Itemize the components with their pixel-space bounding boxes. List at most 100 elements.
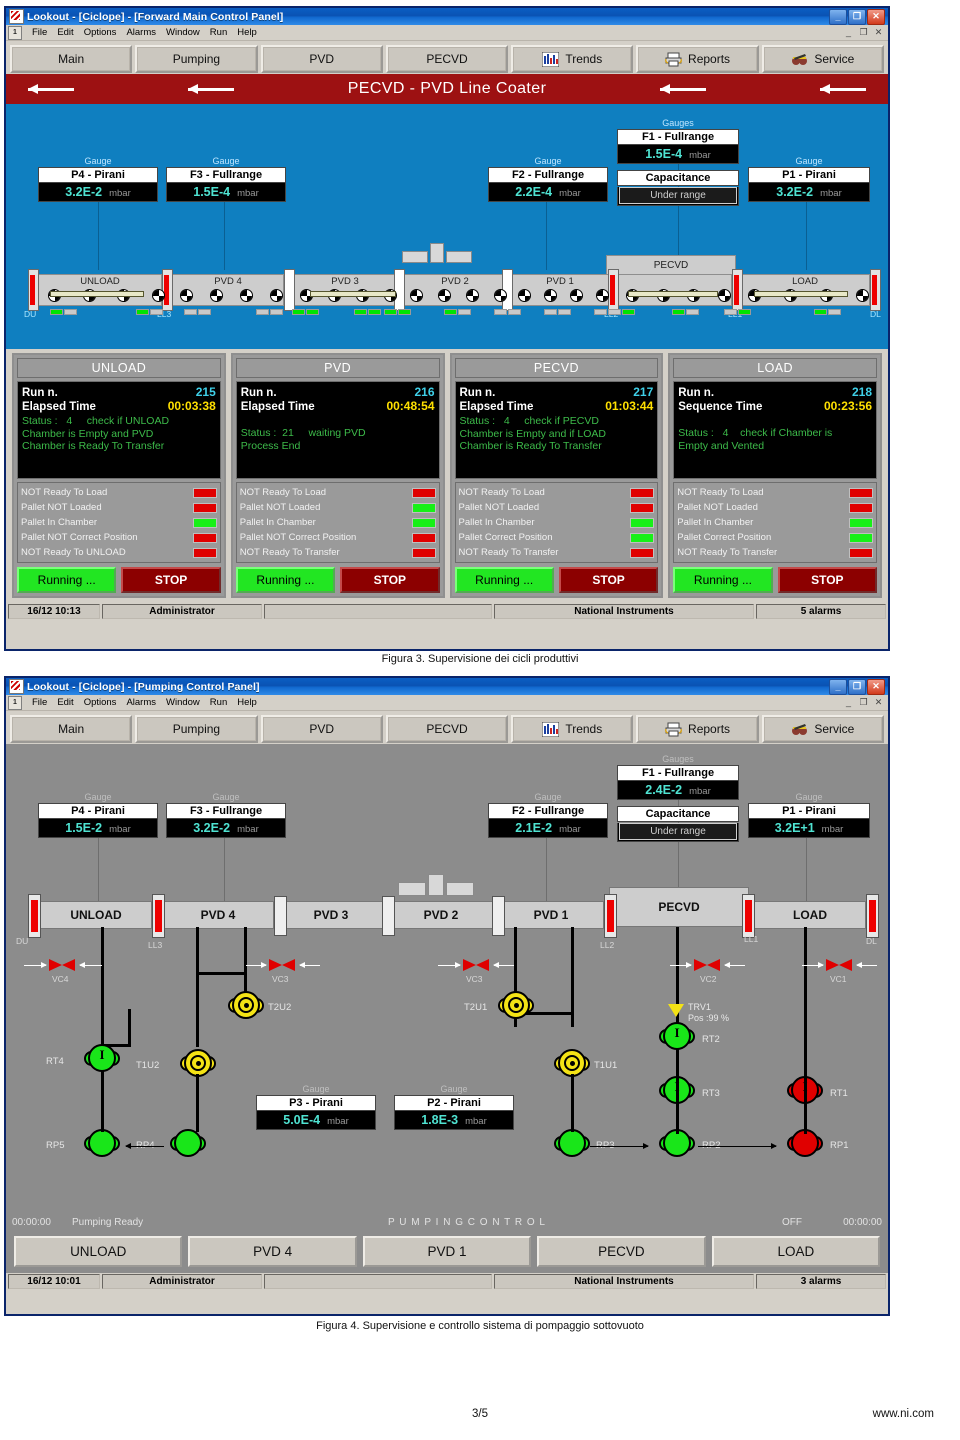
- mdi-close[interactable]: ✕: [873, 27, 884, 38]
- maximize-button[interactable]: ❐: [848, 8, 866, 25]
- mdi-document-icon[interactable]: 1: [8, 695, 22, 710]
- led-indicator: [192, 517, 217, 528]
- menu-help[interactable]: Help: [232, 697, 262, 708]
- tab-pumping[interactable]: Pumping: [135, 715, 258, 743]
- mdi-close[interactable]: ✕: [873, 697, 884, 708]
- stop-button[interactable]: STOP: [340, 567, 440, 593]
- window1-titlebar[interactable]: Lookout - [Ciclope] - [Forward Main Cont…: [6, 8, 888, 25]
- tab-service[interactable]: Service: [761, 45, 884, 73]
- tab-reports[interactable]: Reports: [636, 715, 759, 743]
- gate-ll1: [742, 894, 755, 938]
- roller-icon: [410, 289, 423, 302]
- valve-vc2: [694, 959, 720, 972]
- pump-rp3[interactable]: [554, 1129, 590, 1163]
- turbo-t2u2[interactable]: [228, 991, 264, 1025]
- valve-vc4: [49, 959, 75, 972]
- gauge-unit: mbar: [465, 1116, 487, 1127]
- menu-file[interactable]: File: [27, 27, 52, 38]
- menu-help[interactable]: Help: [232, 27, 262, 38]
- mdi-restore[interactable]: ❐: [858, 27, 869, 38]
- stop-button[interactable]: STOP: [121, 567, 221, 593]
- tab-trends-label: Trends: [565, 722, 603, 736]
- minimize-button[interactable]: _: [829, 8, 847, 25]
- tab-pvd[interactable]: PVD: [260, 715, 383, 743]
- button-unload[interactable]: UNLOAD: [14, 1236, 183, 1267]
- menu-alarms[interactable]: Alarms: [121, 27, 161, 38]
- close-button[interactable]: ✕: [867, 678, 885, 695]
- panel-load: LOAD Run n. 218 Sequence Time 00:23:56 Sta…: [668, 353, 882, 598]
- led-indicator: [630, 517, 655, 528]
- valve-label-vc1: VC1: [830, 974, 847, 984]
- window1-controls: _ ❐ ✕: [829, 8, 886, 25]
- button-pvd4[interactable]: PVD 4: [188, 1236, 357, 1267]
- button-pvd1[interactable]: PVD 1: [362, 1236, 532, 1267]
- tab-main[interactable]: Main: [10, 715, 133, 743]
- button-load[interactable]: LOAD: [711, 1236, 881, 1267]
- menu-run[interactable]: Run: [205, 27, 232, 38]
- menu-options[interactable]: Options: [79, 697, 122, 708]
- gauge-value: Under range: [619, 187, 737, 204]
- menu-window[interactable]: Window: [161, 697, 205, 708]
- gauge-name: P1 - Pirani: [748, 803, 870, 819]
- menu-alarms[interactable]: Alarms: [121, 697, 161, 708]
- gauge-caption: Gauge: [84, 156, 112, 166]
- led-label: NOT Ready To UNLOAD: [21, 547, 126, 558]
- gate-ll3: [152, 894, 165, 938]
- statusbar-alarms[interactable]: 5 alarms: [756, 604, 886, 619]
- pump-rp4[interactable]: [170, 1129, 206, 1163]
- led-label: Pallet In Chamber: [239, 517, 316, 528]
- menu-edit[interactable]: Edit: [52, 27, 78, 38]
- menu-file[interactable]: File: [27, 697, 52, 708]
- page-number: 3/5: [472, 1408, 488, 1420]
- tab-pvd[interactable]: PVD: [260, 45, 383, 73]
- pump-rp5[interactable]: [84, 1129, 120, 1163]
- root-label-rt1: RT1: [830, 1088, 848, 1099]
- chamber-label: PECVD: [658, 900, 700, 914]
- button-pecvd[interactable]: PECVD: [537, 1236, 706, 1267]
- tab-trends[interactable]: Trends: [511, 45, 634, 73]
- chamber-label: PVD 3: [331, 276, 359, 287]
- minimize-button[interactable]: _: [829, 678, 847, 695]
- time-label: Elapsed Time: [22, 401, 96, 413]
- menu-options[interactable]: Options: [79, 27, 122, 38]
- tab-pumping[interactable]: Pumping: [135, 45, 258, 73]
- gauge-value: 3.2E-2: [65, 185, 103, 199]
- mdi-document-icon[interactable]: 1: [8, 25, 22, 40]
- running-button[interactable]: Running ...: [673, 567, 773, 593]
- close-button[interactable]: ✕: [867, 8, 885, 25]
- mdi-minimize[interactable]: _: [843, 697, 854, 708]
- maximize-button[interactable]: ❐: [848, 678, 866, 695]
- menu-window[interactable]: Window: [161, 27, 205, 38]
- tab-reports[interactable]: Reports: [636, 45, 759, 73]
- tab-service[interactable]: Service: [761, 715, 884, 743]
- menu-run[interactable]: Run: [205, 697, 232, 708]
- mdi-restore[interactable]: ❐: [858, 697, 869, 708]
- flow-arrow-icon: [79, 962, 102, 968]
- statusbar-user: Administrator: [102, 604, 262, 619]
- running-button[interactable]: Running ...: [17, 567, 117, 593]
- gate-mid1: [284, 269, 295, 311]
- tab-pecvd[interactable]: PECVD: [385, 715, 509, 743]
- window2-toolbar: Main Pumping PVD PECVD Trends Reports Se…: [6, 711, 888, 744]
- gauge-unit: mbar: [559, 824, 581, 835]
- statusbar-alarms[interactable]: 3 alarms: [756, 1274, 886, 1289]
- pump-rp1[interactable]: [787, 1129, 823, 1163]
- tab-pecvd[interactable]: PECVD: [385, 45, 509, 73]
- stop-button[interactable]: STOP: [558, 567, 659, 593]
- gate-dl: [870, 269, 881, 311]
- turbo-t2u1[interactable]: [498, 991, 534, 1025]
- stop-button[interactable]: STOP: [777, 567, 877, 593]
- flow-arrow-icon: [819, 83, 866, 95]
- pump-rp2[interactable]: [659, 1129, 695, 1163]
- running-button[interactable]: Running ...: [235, 567, 336, 593]
- panel-leds: NOT Ready To Load Pallet NOT Loaded Pall…: [235, 482, 440, 563]
- running-button[interactable]: Running ...: [454, 567, 554, 593]
- tab-trends[interactable]: Trends: [511, 715, 634, 743]
- gauge-unit: mbar: [109, 188, 131, 199]
- mdi-minimize[interactable]: _: [843, 27, 854, 38]
- window2-titlebar[interactable]: Lookout - [Ciclope] - [Pumping Control P…: [6, 678, 888, 695]
- menu-edit[interactable]: Edit: [52, 697, 78, 708]
- gauge-caption: Gauges: [662, 754, 694, 764]
- tab-main[interactable]: Main: [10, 45, 133, 73]
- led-indicator: [630, 532, 655, 543]
